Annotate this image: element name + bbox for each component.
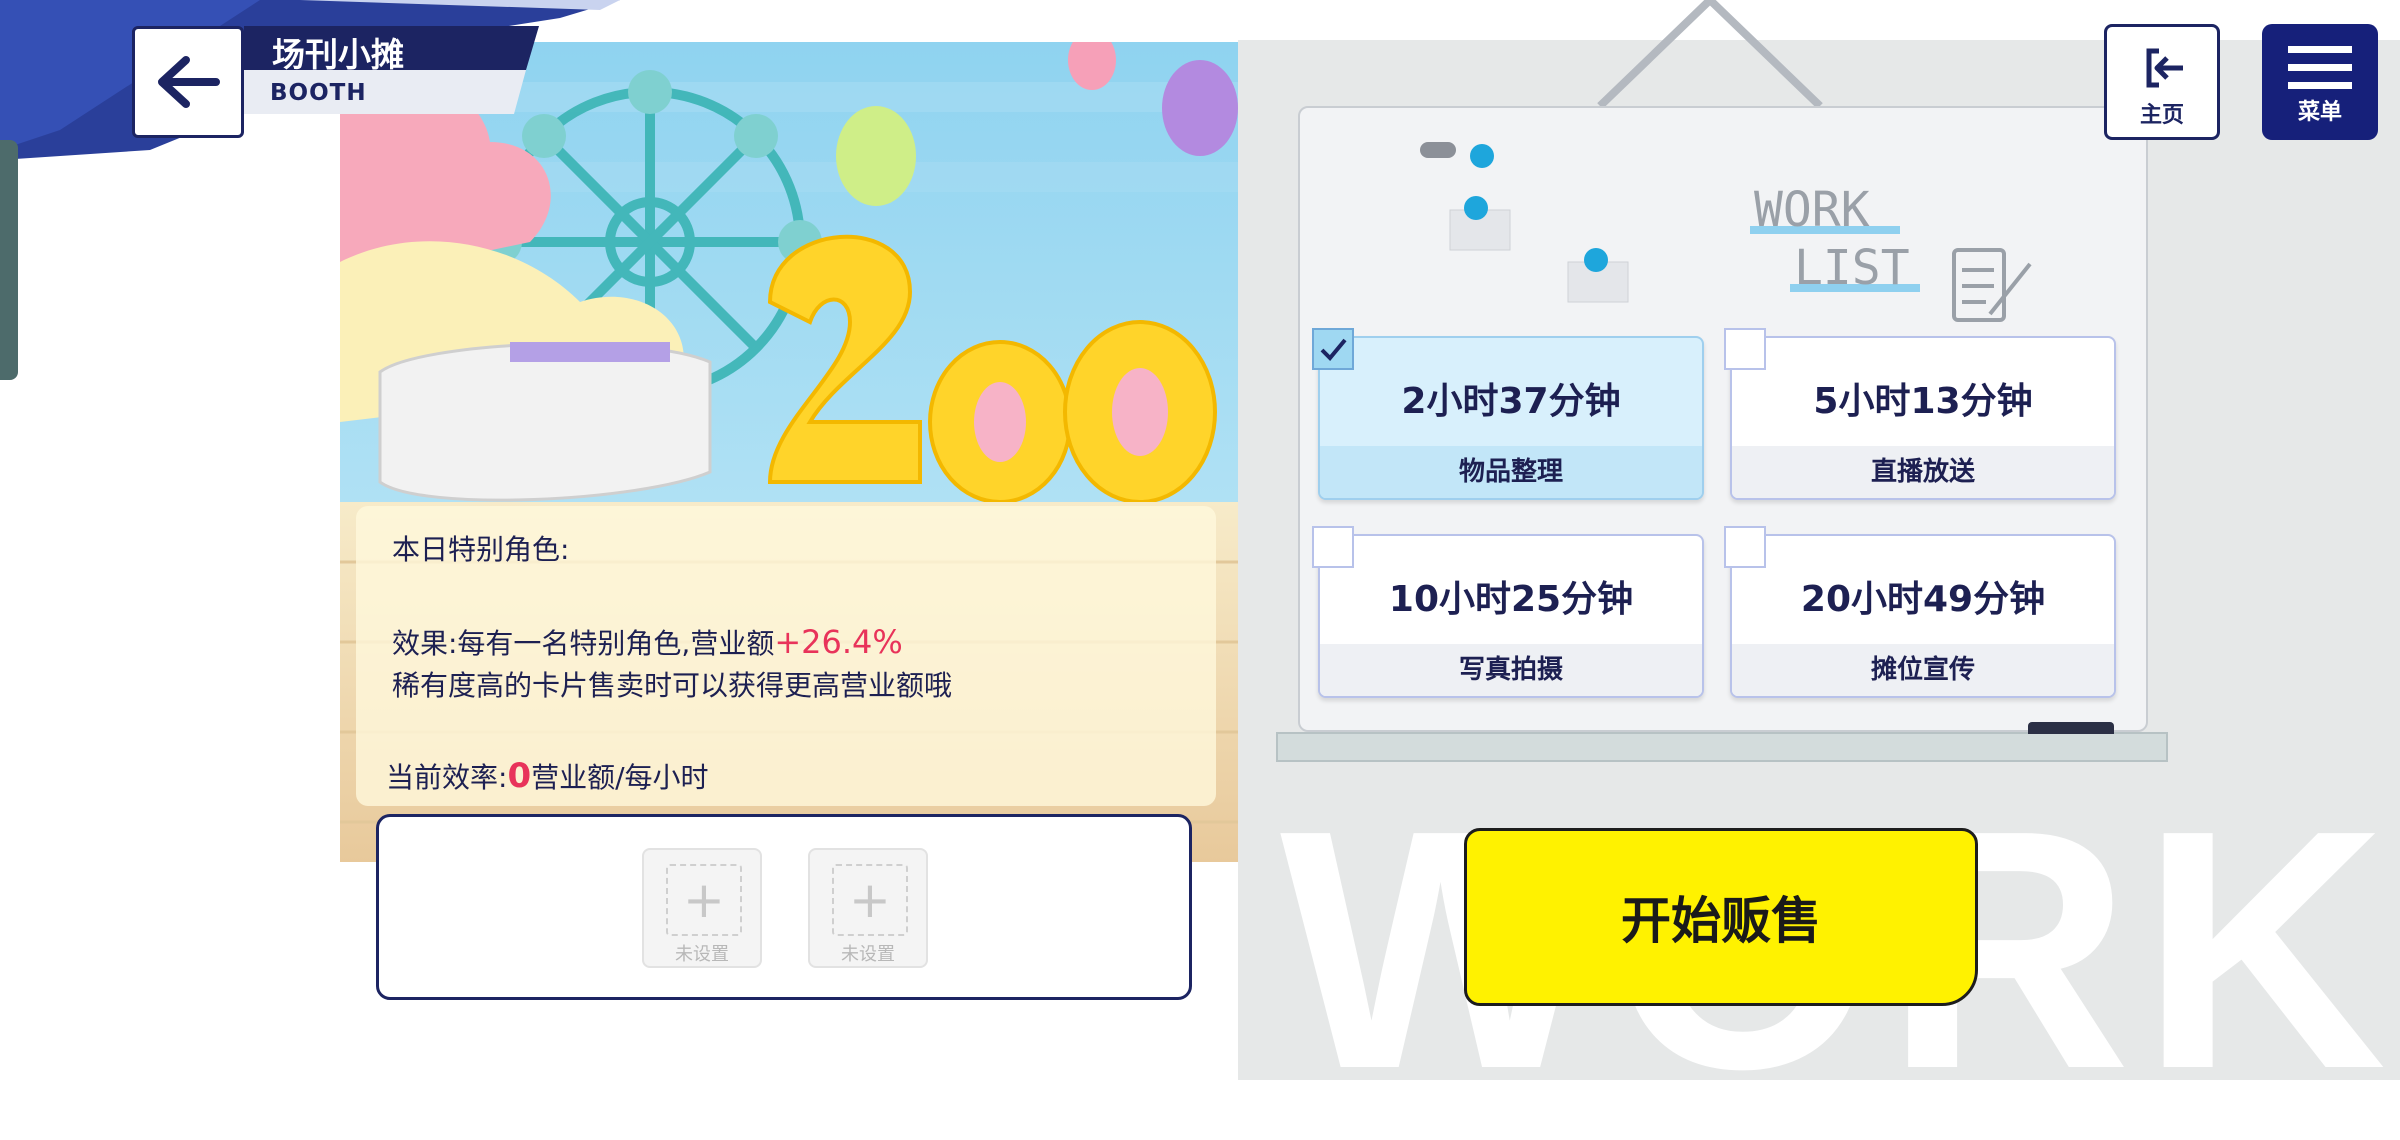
task-card-1[interactable]: 2小时37分钟 物品整理 xyxy=(1318,336,1704,500)
back-button[interactable] xyxy=(132,26,244,138)
checkmark-icon xyxy=(1320,338,1347,361)
work-list-doodle: WORK LIST xyxy=(1750,182,2032,322)
rarity-note: 稀有度高的卡片售卖时可以获得更高营业额哦 xyxy=(392,669,953,702)
list-doodle-text: LIST xyxy=(1794,240,1910,296)
board-hanging-string xyxy=(1597,0,1823,109)
task-checkbox-2[interactable] xyxy=(1724,328,1766,370)
special-character-label: 本日特别角色: xyxy=(392,533,570,566)
side-drawer-handle[interactable] xyxy=(0,140,18,380)
page-title: 场刊小摊 xyxy=(272,35,404,74)
task-name: 物品整理 xyxy=(1458,457,1563,487)
task-card-4[interactable]: 20小时49分钟 摊位宣传 xyxy=(1730,534,2116,698)
work-doodle-text: WORK xyxy=(1754,182,1870,238)
efficiency-line: 当前效率:0营业额/每小时 xyxy=(386,756,709,796)
hamburger-icon xyxy=(2288,46,2352,89)
board-marker xyxy=(2028,722,2114,734)
home-button[interactable]: 主页 xyxy=(2104,24,2220,140)
task-card-2[interactable]: 5小时13分钟 直播放送 xyxy=(1730,336,2116,500)
efficiency-unit: 营业额/每小时 xyxy=(531,761,709,794)
arrow-left-icon xyxy=(158,56,220,108)
plus-icon: + xyxy=(832,864,908,936)
efficiency-value: 0 xyxy=(507,756,532,796)
slot-status: 未设置 xyxy=(841,944,895,965)
start-sale-label: 开始贩售 xyxy=(1621,892,1821,950)
pinned-notes-decoration xyxy=(1420,142,1629,303)
task-name: 直播放送 xyxy=(1870,457,1975,487)
start-sale-button[interactable]: 开始贩售 xyxy=(1464,828,1978,1006)
page-subtitle: BOOTH xyxy=(270,80,367,106)
task-duration: 2小时37分钟 xyxy=(1401,381,1621,422)
exit-home-icon xyxy=(2146,48,2183,88)
effect-description: 效果:每有一名特别角色,营业额+26.4% xyxy=(392,622,903,662)
efficiency-prefix: 当前效率: xyxy=(386,761,508,794)
character-slot-1[interactable]: + 未设置 xyxy=(642,848,762,968)
task-name: 写真拍摄 xyxy=(1458,655,1563,685)
task-duration: 20小时49分钟 xyxy=(1800,579,2046,620)
slot-status: 未设置 xyxy=(675,944,729,965)
notepad-pencil-icon xyxy=(1952,248,2032,322)
board-tray xyxy=(1276,732,2168,762)
menu-button[interactable]: 菜单 xyxy=(2262,24,2378,140)
character-slots-container xyxy=(376,814,1192,1000)
effect-bonus-value: +26.4% xyxy=(774,623,903,661)
task-duration: 5小时13分钟 xyxy=(1813,381,2033,422)
character-slot-2[interactable]: + 未设置 xyxy=(808,848,928,968)
task-duration: 10小时25分钟 xyxy=(1388,579,1634,620)
menu-label: 菜单 xyxy=(2297,100,2342,125)
task-checkbox-3[interactable] xyxy=(1312,526,1354,568)
task-name: 摊位宣传 xyxy=(1870,655,1975,685)
home-label: 主页 xyxy=(2139,103,2184,128)
task-card-3[interactable]: 10小时25分钟 写真拍摄 xyxy=(1318,534,1704,698)
plus-icon: + xyxy=(666,864,742,936)
effect-prefix: 效果:每有一名特别角色,营业额 xyxy=(392,627,775,660)
task-checkbox-4[interactable] xyxy=(1724,526,1766,568)
task-checkbox-1[interactable] xyxy=(1312,328,1354,370)
